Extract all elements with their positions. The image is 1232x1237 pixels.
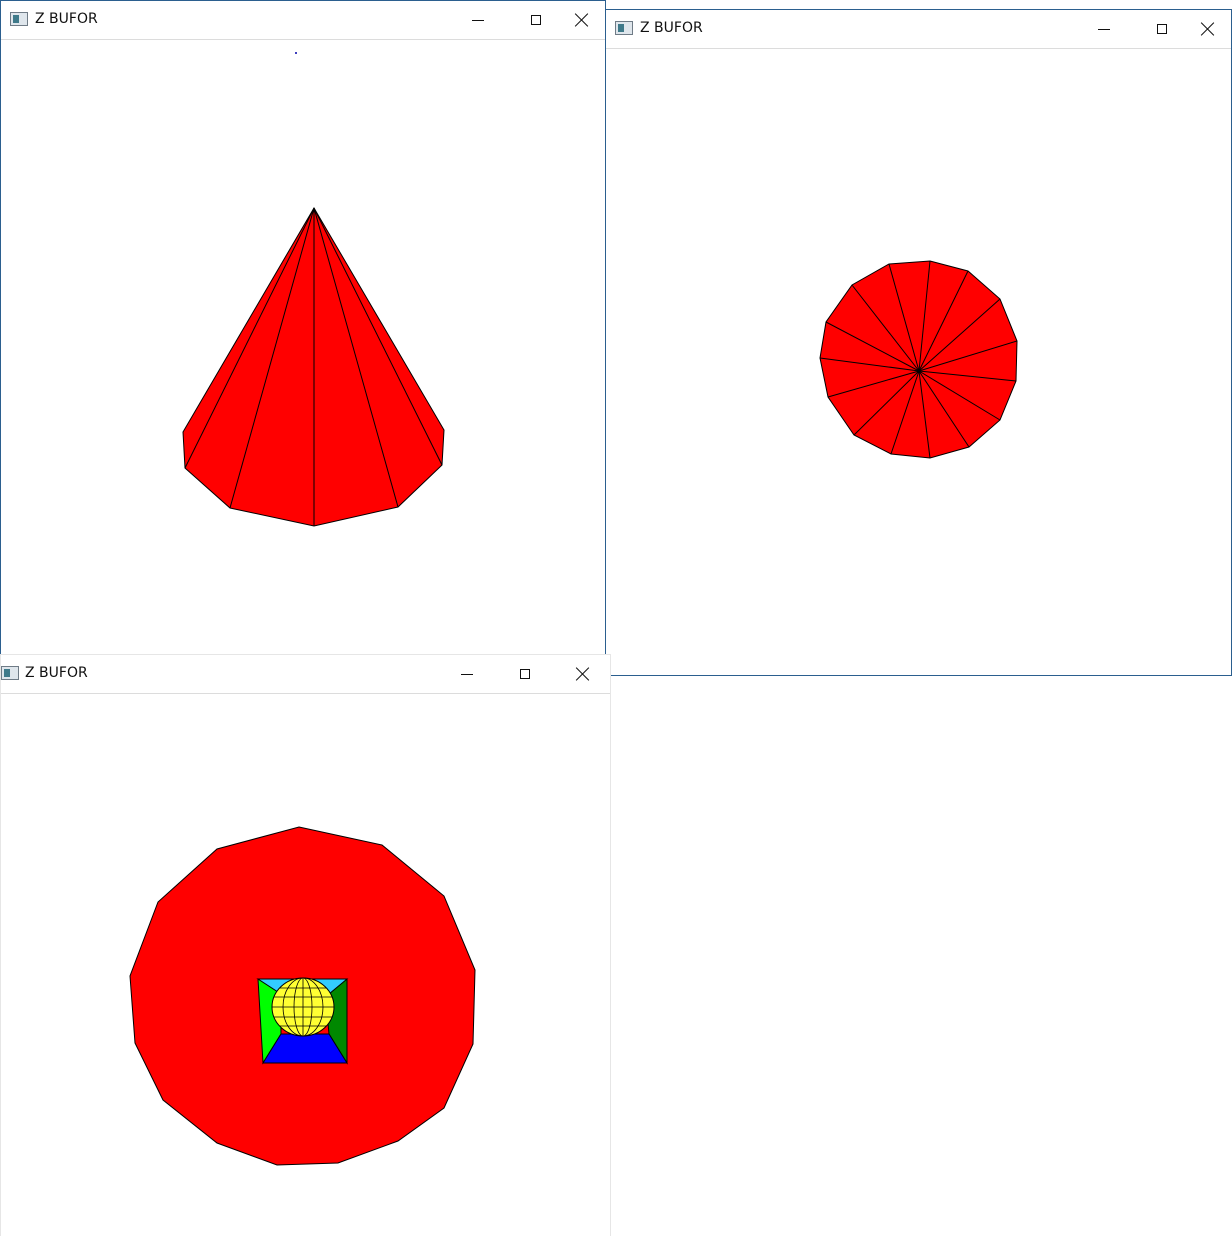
window-title: Z BUFOR	[25, 665, 88, 681]
title-bar[interactable]: Z BUFOR	[1, 655, 610, 694]
window-scene-top[interactable]: Z BUFOR	[0, 654, 611, 1236]
maximize-button[interactable]	[1139, 10, 1185, 48]
app-window-icon	[1, 666, 19, 680]
maximize-icon	[531, 15, 541, 25]
maximize-button[interactable]	[502, 655, 548, 693]
render-canvas	[1, 40, 605, 654]
close-icon	[575, 13, 589, 27]
close-button[interactable]	[1185, 10, 1231, 48]
window-cone-top[interactable]: Z BUFOR	[605, 9, 1232, 676]
title-bar[interactable]: Z BUFOR	[1, 1, 605, 40]
minimize-button[interactable]	[455, 1, 501, 39]
maximize-icon	[520, 669, 530, 679]
minimize-button[interactable]	[1081, 10, 1127, 48]
window-title: Z BUFOR	[640, 20, 703, 36]
sphere	[271, 977, 335, 1037]
app-window-icon	[615, 21, 633, 35]
cone-apex	[917, 369, 921, 373]
maximize-icon	[1157, 24, 1167, 34]
stray-pixel	[295, 52, 297, 54]
maximize-button[interactable]	[513, 1, 559, 39]
cone-side-render	[182, 52, 445, 527]
close-button[interactable]	[559, 1, 605, 39]
minimize-icon	[472, 19, 484, 21]
render-canvas	[606, 49, 1231, 675]
window-title: Z BUFOR	[35, 11, 98, 27]
title-bar[interactable]: Z BUFOR	[606, 10, 1231, 49]
close-button[interactable]	[560, 655, 606, 693]
close-icon	[576, 667, 590, 681]
window-cone-side[interactable]: Z BUFOR	[0, 0, 606, 655]
cone-top-render	[819, 260, 1018, 459]
minimize-button[interactable]	[444, 655, 490, 693]
cone-top-disc	[819, 260, 1018, 459]
minimize-icon	[461, 673, 473, 675]
scene-top-render	[129, 826, 476, 1166]
render-canvas	[1, 694, 610, 1236]
minimize-icon	[1098, 28, 1110, 30]
app-window-icon	[10, 12, 28, 26]
close-icon	[1201, 22, 1215, 36]
